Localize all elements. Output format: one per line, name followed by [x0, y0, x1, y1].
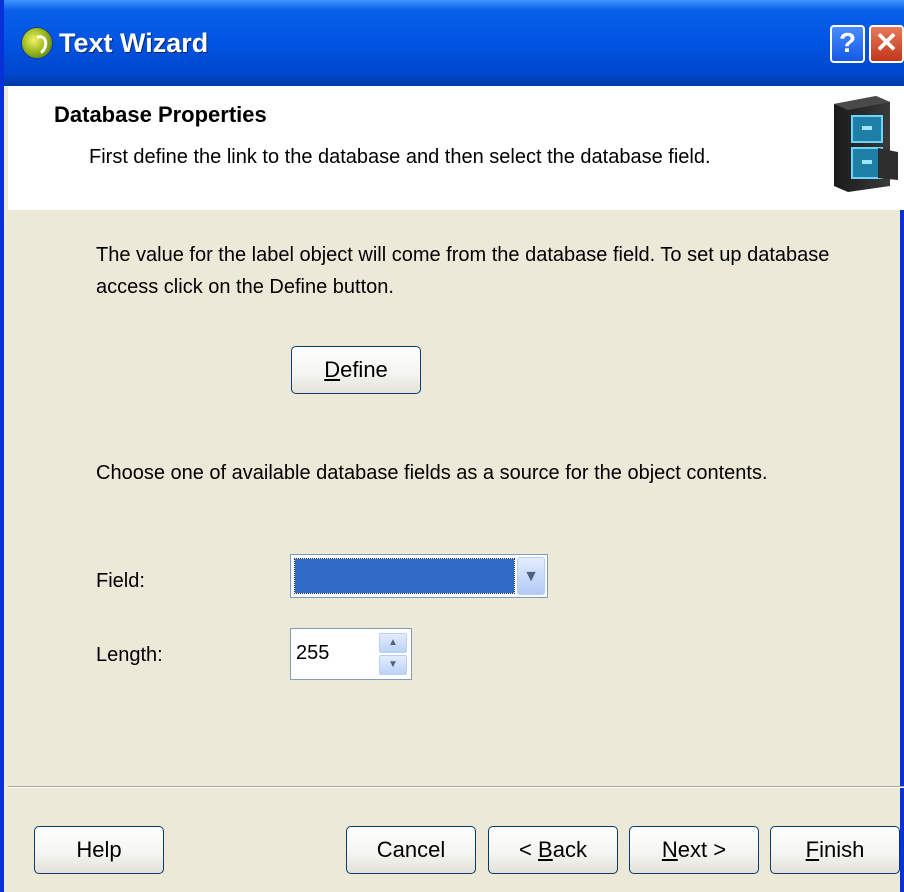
next-button-label: ext >	[677, 837, 727, 862]
back-button-mnemonic: B	[538, 837, 553, 862]
back-button-label: ack	[552, 837, 587, 862]
text-wizard-window: Text Wizard ? ✕ Database Properties Firs…	[0, 0, 904, 892]
arrow-down-icon[interactable]: ▼	[379, 655, 407, 675]
field-label: Field:	[96, 570, 145, 592]
intro-text-line2: access click on the Define button.	[96, 276, 394, 298]
footer-separator	[8, 786, 904, 788]
page-title: Database Properties	[54, 102, 267, 127]
field-dropdown[interactable]: ▼	[290, 554, 548, 598]
chevron-down-icon[interactable]: ▼	[517, 557, 545, 595]
back-button-prefix: <	[519, 837, 539, 862]
help-title-button[interactable]: ?	[830, 25, 865, 63]
close-button[interactable]: ✕	[869, 25, 904, 63]
length-value[interactable]: 255	[296, 642, 329, 665]
arrow-up-icon[interactable]: ▲	[379, 633, 407, 653]
next-button-mnemonic: N	[661, 837, 678, 862]
finish-button-label: inish	[819, 837, 865, 862]
intro-text-line1: The value for the label object will come…	[96, 244, 830, 266]
finish-button-mnemonic: F	[805, 837, 820, 862]
field-selected-value	[294, 558, 515, 594]
help-button[interactable]: Help	[34, 826, 164, 874]
wizard-header: Database Properties First define the lin…	[8, 86, 904, 210]
choose-field-text: Choose one of available database fields …	[96, 462, 768, 484]
length-label: Length:	[96, 644, 163, 666]
app-icon	[22, 28, 52, 58]
define-button-label: efine	[340, 357, 388, 382]
cancel-button[interactable]: Cancel	[346, 826, 476, 874]
database-cabinet-icon	[834, 96, 898, 192]
define-button-mnemonic: D	[324, 357, 341, 382]
back-button[interactable]: < Back	[488, 826, 618, 874]
define-button[interactable]: Define	[291, 346, 421, 394]
title-bar[interactable]: Text Wizard ? ✕	[4, 0, 904, 86]
length-spinner[interactable]: 255 ▲ ▼	[290, 628, 412, 680]
finish-button[interactable]: Finish	[770, 826, 900, 874]
page-subtitle: First define the link to the database an…	[89, 146, 711, 168]
next-button[interactable]: Next >	[629, 826, 759, 874]
window-title: Text Wizard	[59, 28, 209, 58]
